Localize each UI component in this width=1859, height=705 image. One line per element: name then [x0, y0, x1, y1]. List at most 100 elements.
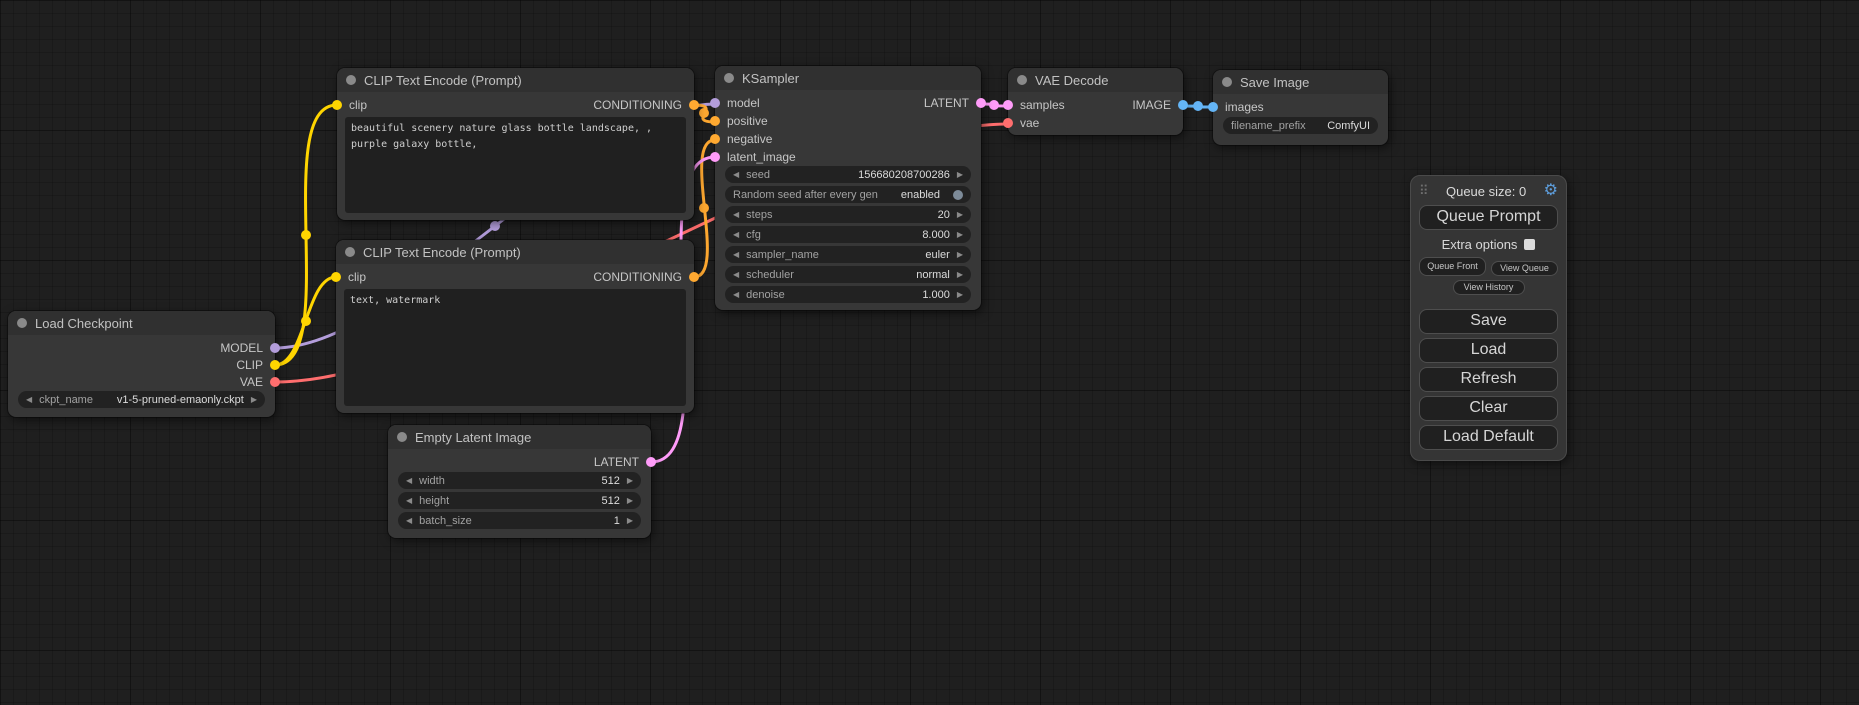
graph-canvas[interactable]: Load Checkpoint MODEL CLIP VAE ◀ ckpt_na… — [0, 0, 1859, 705]
output-slot-vae[interactable]: VAE — [8, 373, 275, 390]
node-vae-decode[interactable]: VAE Decode samples IMAGE vae — [1008, 68, 1183, 135]
widget-cfg[interactable]: ◀ cfg 8.000 ▶ — [725, 226, 971, 243]
view-history-button[interactable]: View History — [1453, 280, 1525, 295]
node-clip-text-encode-positive[interactable]: CLIP Text Encode (Prompt) clip CONDITION… — [337, 68, 694, 220]
widget-batch-size[interactable]: ◀ batch_size 1 ▶ — [398, 512, 641, 529]
input-slot-latent-image[interactable]: latent_image — [715, 148, 981, 166]
node-title[interactable]: Save Image — [1213, 70, 1388, 94]
input-dot-clip[interactable] — [331, 272, 341, 282]
output-dot-clip[interactable] — [270, 360, 280, 370]
save-button[interactable]: Save — [1419, 309, 1558, 334]
input-dot-positive[interactable] — [710, 116, 720, 126]
node-empty-latent-image[interactable]: Empty Latent Image LATENT ◀ width 512 ▶ … — [388, 425, 651, 538]
widget-sampler-name[interactable]: ◀ sampler_name euler ▶ — [725, 246, 971, 263]
node-title[interactable]: VAE Decode — [1008, 68, 1183, 92]
widget-height[interactable]: ◀ height 512 ▶ — [398, 492, 641, 509]
collapse-toggle-icon[interactable] — [346, 75, 356, 85]
drag-handle-icon[interactable]: ⠿ — [1419, 183, 1429, 199]
widget-seed[interactable]: ◀ seed 156680208700286 ▶ — [725, 166, 971, 183]
node-clip-text-encode-negative[interactable]: CLIP Text Encode (Prompt) clip CONDITION… — [336, 240, 694, 413]
next-value-arrow-icon[interactable]: ▶ — [627, 497, 633, 505]
prev-value-arrow-icon[interactable]: ◀ — [26, 396, 32, 404]
widget-filename-prefix[interactable]: filename_prefix ComfyUI — [1223, 117, 1378, 134]
node-title[interactable]: Empty Latent Image — [388, 425, 651, 449]
output-dot-image[interactable] — [1178, 100, 1188, 110]
load-default-button[interactable]: Load Default — [1419, 425, 1558, 450]
node-ksampler[interactable]: KSampler model LATENT positive negative … — [715, 66, 981, 310]
collapse-toggle-icon[interactable] — [724, 73, 734, 83]
view-queue-button[interactable]: View Queue — [1491, 261, 1558, 276]
collapse-toggle-icon[interactable] — [17, 318, 27, 328]
positive-prompt-textarea[interactable]: beautiful scenery nature glass bottle la… — [345, 117, 686, 213]
output-slot-model[interactable]: MODEL — [8, 339, 275, 356]
widget-ckpt-name[interactable]: ◀ ckpt_name v1-5-pruned-emaonly.ckpt ▶ — [18, 391, 265, 408]
output-dot-conditioning[interactable] — [689, 100, 699, 110]
widget-width[interactable]: ◀ width 512 ▶ — [398, 472, 641, 489]
prev-value-arrow-icon[interactable]: ◀ — [733, 291, 739, 299]
input-dot-negative[interactable] — [710, 134, 720, 144]
next-value-arrow-icon[interactable]: ▶ — [957, 291, 963, 299]
widget-value: v1-5-pruned-emaonly.ckpt — [117, 394, 244, 406]
input-dot-samples[interactable] — [1003, 100, 1013, 110]
prev-value-arrow-icon[interactable]: ◀ — [406, 477, 412, 485]
clear-button[interactable]: Clear — [1419, 396, 1558, 421]
settings-gear-icon[interactable]: ⚙ — [1544, 183, 1558, 199]
next-value-arrow-icon[interactable]: ▶ — [627, 477, 633, 485]
link-midpoint-dot-clip-negative — [301, 316, 311, 326]
widget-value: 8.000 — [922, 229, 950, 241]
next-value-arrow-icon[interactable]: ▶ — [627, 517, 633, 525]
collapse-toggle-icon[interactable] — [345, 247, 355, 257]
node-save-image[interactable]: Save Image images filename_prefix ComfyU… — [1213, 70, 1388, 145]
extra-options-checkbox[interactable] — [1524, 239, 1535, 250]
load-button[interactable]: Load — [1419, 338, 1558, 363]
output-slot-clip[interactable]: CLIP — [8, 356, 275, 373]
node-load-checkpoint[interactable]: Load Checkpoint MODEL CLIP VAE ◀ ckpt_na… — [8, 311, 275, 417]
input-dot-latent-image[interactable] — [710, 152, 720, 162]
output-dot-model[interactable] — [270, 343, 280, 353]
negative-prompt-textarea[interactable]: text, watermark — [344, 289, 686, 406]
collapse-toggle-icon[interactable] — [1017, 75, 1027, 85]
output-slot-latent[interactable]: LATENT — [388, 453, 651, 470]
next-value-arrow-icon[interactable]: ▶ — [251, 396, 257, 404]
widget-value: euler — [925, 249, 949, 261]
prev-value-arrow-icon[interactable]: ◀ — [733, 211, 739, 219]
prev-value-arrow-icon[interactable]: ◀ — [406, 497, 412, 505]
prev-value-arrow-icon[interactable]: ◀ — [733, 251, 739, 259]
toggle-knob-icon[interactable] — [953, 190, 963, 200]
input-dot-clip[interactable] — [332, 100, 342, 110]
input-slot-vae[interactable]: vae — [1008, 114, 1183, 132]
output-dot-vae[interactable] — [270, 377, 280, 387]
output-dot-latent[interactable] — [646, 457, 656, 467]
output-dot-latent[interactable] — [976, 98, 986, 108]
widget-value: 1 — [614, 515, 620, 527]
prev-value-arrow-icon[interactable]: ◀ — [733, 171, 739, 179]
queue-prompt-button[interactable]: Queue Prompt — [1419, 205, 1558, 230]
queue-front-button[interactable]: Queue Front — [1419, 257, 1486, 276]
node-title[interactable]: KSampler — [715, 66, 981, 90]
refresh-button[interactable]: Refresh — [1419, 367, 1558, 392]
output-dot-conditioning[interactable] — [689, 272, 699, 282]
collapse-toggle-icon[interactable] — [1222, 77, 1232, 87]
input-dot-model[interactable] — [710, 98, 720, 108]
next-value-arrow-icon[interactable]: ▶ — [957, 211, 963, 219]
collapse-toggle-icon[interactable] — [397, 432, 407, 442]
widget-denoise[interactable]: ◀ denoise 1.000 ▶ — [725, 286, 971, 303]
prev-value-arrow-icon[interactable]: ◀ — [733, 231, 739, 239]
input-slot-positive[interactable]: positive — [715, 112, 981, 130]
next-value-arrow-icon[interactable]: ▶ — [957, 231, 963, 239]
widget-scheduler[interactable]: ◀ scheduler normal ▶ — [725, 266, 971, 283]
prev-value-arrow-icon[interactable]: ◀ — [733, 271, 739, 279]
prev-value-arrow-icon[interactable]: ◀ — [406, 517, 412, 525]
next-value-arrow-icon[interactable]: ▶ — [957, 171, 963, 179]
input-dot-images[interactable] — [1208, 102, 1218, 112]
widget-steps[interactable]: ◀ steps 20 ▶ — [725, 206, 971, 223]
next-value-arrow-icon[interactable]: ▶ — [957, 271, 963, 279]
widget-random-seed-toggle[interactable]: Random seed after every gen enabled — [725, 186, 971, 203]
next-value-arrow-icon[interactable]: ▶ — [957, 251, 963, 259]
node-title[interactable]: CLIP Text Encode (Prompt) — [337, 68, 694, 92]
node-title[interactable]: Load Checkpoint — [8, 311, 275, 335]
input-slot-images[interactable]: images — [1213, 98, 1388, 115]
input-slot-negative[interactable]: negative — [715, 130, 981, 148]
node-title[interactable]: CLIP Text Encode (Prompt) — [336, 240, 694, 264]
input-dot-vae[interactable] — [1003, 118, 1013, 128]
